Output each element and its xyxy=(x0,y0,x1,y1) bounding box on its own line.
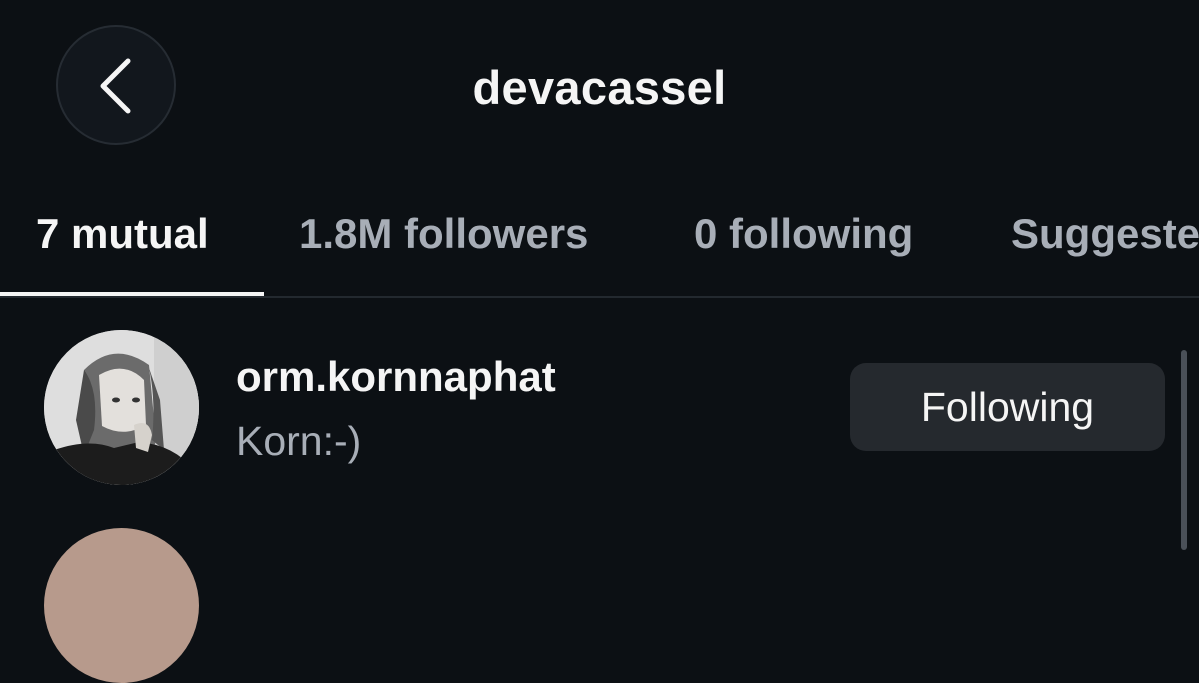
username[interactable]: orm.kornnaphat xyxy=(236,353,556,401)
tab-following[interactable]: 0 following xyxy=(694,210,913,258)
full-name: Korn:-) xyxy=(236,418,362,464)
list-item[interactable]: orm.kornnaphat Korn:-) Following xyxy=(0,330,1199,490)
scrollbar[interactable] xyxy=(1181,350,1187,550)
avatar[interactable] xyxy=(44,330,199,485)
following-button[interactable]: Following xyxy=(850,363,1165,451)
profile-photo xyxy=(44,330,199,485)
page-title: devacassel xyxy=(472,61,727,114)
tab-suggested[interactable]: Suggested xyxy=(1011,210,1199,258)
tab-divider xyxy=(0,296,1199,298)
tab-mutual[interactable]: 7 mutual xyxy=(36,210,209,258)
avatar[interactable] xyxy=(44,528,199,683)
tab-followers[interactable]: 1.8M followers xyxy=(299,210,588,258)
tab-bar: 7 mutual 1.8M followers 0 following Sugg… xyxy=(0,210,1199,296)
